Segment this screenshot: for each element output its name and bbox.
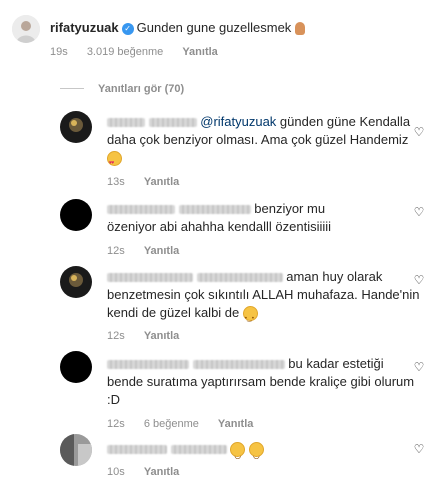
redacted-username (107, 360, 189, 370)
commenter-avatar[interactable] (60, 351, 92, 383)
divider-line (60, 88, 84, 90)
laughing-emoji-icon (248, 442, 264, 465)
comment-time: 12s (107, 330, 125, 342)
commenter-avatar[interactable] (60, 111, 92, 143)
view-replies-row[interactable]: Yanıtları gör (70) (60, 80, 184, 95)
post-meta: 19s 3.019 beğenme Yanıtla (50, 46, 234, 58)
comment-text: @rifatyuzuak günden güne Kendalla daha ç… (107, 113, 411, 172)
ok-hand-emoji-icon (294, 22, 305, 36)
comment-time: 12s (107, 245, 125, 257)
redacted-username (107, 118, 145, 128)
comment-meta: 12s 6 beğenme Yanıtla (107, 418, 269, 430)
comment-line: aman huy olarak (286, 269, 383, 284)
reply-button[interactable]: Yanıtla (144, 245, 179, 257)
profile-photo (60, 111, 92, 143)
reply-button[interactable]: Yanıtla (144, 466, 179, 478)
reply-button[interactable]: Yanıtla (144, 176, 179, 188)
comment-line: :D (107, 392, 120, 407)
like-heart-icon[interactable]: ♡ (413, 206, 425, 218)
reply-button[interactable]: Yanıtla (218, 418, 253, 430)
commenter-avatar[interactable] (60, 266, 92, 298)
caption-line: rifatyuzuak ✓ Gunden gune guzellesmek (50, 20, 305, 36)
like-heart-icon[interactable]: ♡ (413, 274, 425, 286)
comment-text: aman huy olarak benzetmesin çok sıkıntıl… (107, 268, 420, 328)
verified-badge-icon: ✓ (121, 22, 134, 35)
comment-time: 10s (107, 466, 125, 478)
comment-line: bende suratıma yaptırırsam bende kraliçe… (107, 374, 415, 389)
comment-meta: 10s Yanıtla (107, 466, 195, 478)
redacted-username (178, 205, 251, 215)
redacted-username (196, 273, 283, 283)
heart-eyes-emoji-icon (107, 151, 122, 172)
comment-line: benzetmesin çok sıkıntılı ALLAH muhafaza… (107, 287, 420, 302)
commenter-avatar[interactable] (60, 199, 92, 231)
post-reply-button[interactable]: Yanıtla (182, 46, 217, 58)
laughing-emoji-icon (230, 442, 246, 465)
comment-meta: 13s Yanıtla (107, 176, 195, 188)
redacted-username (148, 118, 197, 128)
redacted-username (170, 445, 227, 455)
comment-line: özeniyor abi ahahha kendalll özentisiiii… (107, 219, 332, 234)
reply-button[interactable]: Yanıtla (144, 330, 179, 342)
smiling-emoji-icon (242, 306, 258, 328)
redacted-username (192, 360, 285, 370)
comment-line: bu kadar estetiği (288, 356, 384, 371)
comment-text: benziyor mu özeniyor abi ahahha kendalll… (107, 200, 407, 236)
comment-line: günden güne Kendalla (276, 114, 411, 129)
profile-photo (60, 266, 92, 298)
comment-line: daha çok benziyor olması. Ama çok güzel … (107, 132, 409, 147)
like-heart-icon[interactable]: ♡ (413, 443, 425, 455)
post-likes[interactable]: 3.019 beğenme (87, 46, 163, 58)
comment-meta: 12s Yanıtla (107, 245, 195, 257)
redacted-username (107, 205, 175, 215)
view-replies-link[interactable]: Yanıtları gör (70) (98, 83, 184, 95)
comment-time: 13s (107, 176, 125, 188)
commenter-avatar[interactable] (60, 434, 92, 466)
comment-time: 12s (107, 418, 125, 430)
mention-link[interactable]: @rifatyuzuak (200, 114, 276, 129)
caption-text: Gunden gune guzellesmek (136, 20, 292, 35)
comment-text: bu kadar estetiği bende suratıma yaptırı… (107, 355, 417, 409)
comment-line: kendi de güzel kalbi de (107, 305, 240, 320)
redacted-username (107, 445, 167, 455)
comment-likes[interactable]: 6 beğenme (144, 418, 199, 430)
profile-photo (12, 15, 40, 43)
profile-photo (60, 434, 92, 466)
comment-line: benziyor mu (254, 201, 326, 216)
post-time: 19s (50, 46, 68, 58)
redacted-username (107, 273, 193, 283)
author-username[interactable]: rifatyuzuak (50, 20, 119, 35)
author-avatar[interactable] (12, 15, 40, 43)
like-heart-icon[interactable]: ♡ (413, 126, 425, 138)
like-heart-icon[interactable]: ♡ (413, 361, 425, 373)
comment-meta: 12s Yanıtla (107, 330, 195, 342)
comment-text (107, 440, 264, 465)
